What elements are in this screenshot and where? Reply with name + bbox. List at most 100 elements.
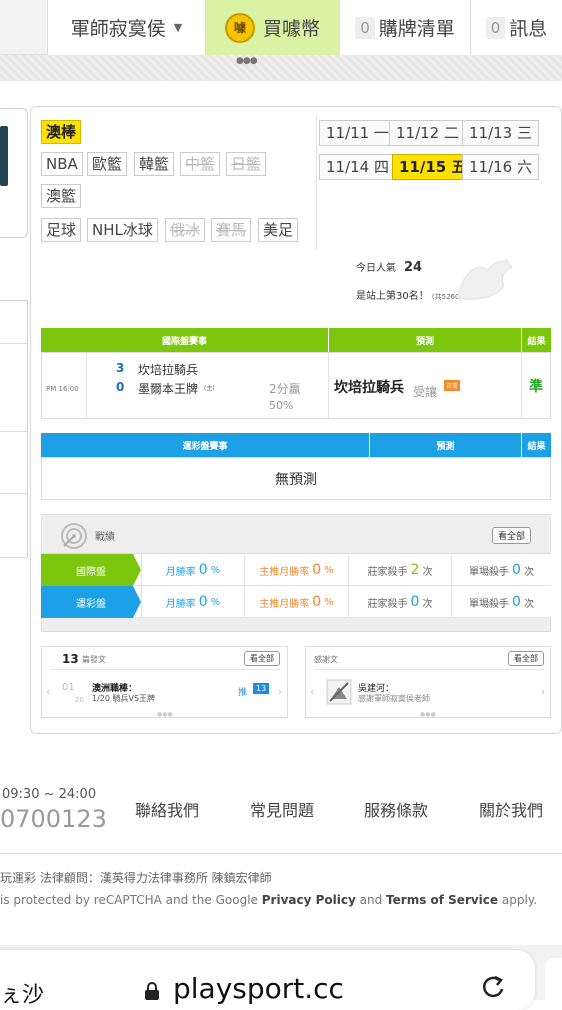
date-tab[interactable]: 11/16 六: [462, 154, 539, 180]
lottery-table-header-prediction: 預測: [369, 433, 521, 457]
next-arrow-icon[interactable]: ›: [541, 687, 545, 698]
stats-cell: 主推月勝率 0%: [244, 586, 348, 618]
footer-link-contact[interactable]: 聯絡我們: [135, 797, 199, 821]
main-card: [30, 106, 562, 734]
no-avatar-icon: [326, 679, 352, 705]
stats-cell-value: 2: [410, 562, 420, 578]
divider: [50, 669, 281, 670]
sport-tab[interactable]: 足球: [41, 218, 82, 242]
stats-row-label: 國際盤: [41, 554, 141, 586]
handicap-line: 2分贏: [269, 382, 301, 396]
stats-cell: 單場殺手 0 次: [451, 554, 551, 586]
footer-link-about[interactable]: 關於我們: [479, 797, 543, 821]
intl-table-header-result: 結果: [521, 328, 551, 352]
team1-name[interactable]: 坎培拉騎兵: [138, 361, 198, 378]
sport-tab[interactable]: NBA: [41, 152, 83, 176]
posts-view-all-button[interactable]: 看全部: [244, 651, 280, 666]
user-name: 軍師寂寞侯: [70, 18, 166, 40]
team1-score: 3: [116, 361, 125, 375]
prev-arrow-icon[interactable]: ‹: [310, 687, 314, 698]
message-count: 0: [485, 16, 506, 39]
sport-tab[interactable]: 韓籃: [134, 152, 175, 176]
coin-icon: 噱: [224, 12, 255, 43]
post-subtitle[interactable]: 1/20 騎兵VS王牌: [92, 693, 155, 704]
stats-cell-value: 0: [198, 562, 208, 578]
divider: [0, 431, 28, 432]
post-day: 01: [62, 682, 75, 693]
avatar: [0, 126, 8, 186]
sport-tab[interactable]: 美足: [258, 218, 299, 242]
terms-link[interactable]: Terms of Service: [386, 893, 498, 907]
next-arrow-icon[interactable]: ›: [278, 687, 282, 698]
posts-title: 篇發文: [82, 655, 106, 664]
stats-cell-label: 月勝率: [165, 598, 196, 610]
post-count: 13: [62, 652, 79, 666]
result-status: 準: [529, 379, 543, 395]
footer-link-terms[interactable]: 服務條款: [364, 797, 428, 821]
stats-cell-unit: 次: [523, 598, 534, 610]
team2-name[interactable]: 墨爾本王牌: [138, 380, 198, 397]
lottery-empty: 無預測: [41, 457, 551, 500]
sport-tab[interactable]: NHL冰球: [87, 218, 158, 242]
popularity-label: 今日人氣: [356, 263, 396, 274]
stats-cell: 莊家殺手 2 次: [348, 554, 451, 586]
footer-link-faq[interactable]: 常見問題: [250, 797, 314, 821]
stats-title: 戰績: [95, 532, 115, 543]
sport-tab[interactable]: 澳籃: [41, 184, 82, 208]
stats-cell-unit: %: [324, 564, 334, 576]
posts-pager[interactable]: ●●●: [157, 711, 173, 718]
stats-cell-unit: 次: [422, 566, 433, 578]
date-tab[interactable]: 11/12 二: [389, 120, 466, 146]
privacy-link[interactable]: Privacy Policy: [262, 893, 356, 907]
stats-view-all-button[interactable]: 看全部: [492, 527, 532, 544]
date-tab[interactable]: 11/14 四: [319, 154, 396, 180]
user-menu[interactable]: 軍師寂寞侯 ▼: [47, 0, 205, 55]
stats-row: 國際盤 月勝率 0% 主推月勝率 0% 莊家殺手 2 次單場殺手 0 次: [41, 554, 551, 586]
stats-cell-unit: %: [210, 596, 221, 608]
stats-cell-value: 0: [410, 594, 420, 610]
date-tab[interactable]: 11/13 三: [462, 120, 539, 146]
stats-cell-label: 莊家殺手: [367, 598, 408, 610]
team2-score: 0: [116, 380, 125, 394]
popularity: 今日人氣 24: [356, 259, 422, 275]
home-tag: (主): [204, 385, 215, 392]
sport-tab: 俄冰: [165, 218, 206, 242]
stats-cell-unit: %: [210, 564, 221, 576]
message-button[interactable]: 0 訊息: [470, 0, 562, 55]
cart-count: 0: [355, 16, 375, 39]
stats-cell-label: 單場殺手: [469, 598, 510, 610]
intl-table-row: PM 16:00 3 坎培拉騎兵 0 墨爾本王牌 (主) 2分贏 50% 坎培拉…: [41, 352, 551, 419]
thanks-pager[interactable]: ●●●: [420, 711, 436, 718]
game-time: PM 16:00: [46, 385, 79, 393]
stats-cell-value: 0: [198, 594, 208, 610]
buy-coin-button[interactable]: 噱 買噱幣: [205, 0, 339, 55]
reload-icon[interactable]: [478, 975, 508, 1000]
pager-dots[interactable]: ●●●: [236, 56, 258, 66]
sport-tab[interactable]: 澳棒: [41, 120, 82, 144]
stats-row-label: 運彩盤: [41, 586, 141, 618]
date-tab[interactable]: 11/11 一: [319, 120, 396, 146]
url-text[interactable]: playsport.cc: [173, 972, 344, 1005]
tab-switcher[interactable]: [545, 958, 562, 1000]
legal-counsel: 玩運彩 法律顧問：漢英得力法律事務所 陳鎮宏律師: [0, 871, 272, 885]
stats-cell: 主推月勝率 0%: [244, 554, 348, 586]
stats-cell-label: 主推月勝率: [259, 598, 310, 610]
stats-header: 戰績 看全部: [41, 514, 551, 554]
address-left-glyph: ぇ沙: [0, 983, 45, 1008]
top-nav: 軍師寂寞侯 ▼ 噱 買噱幣 0 購牌清單 0 訊息: [0, 0, 562, 55]
sport-tab[interactable]: 歐籃: [87, 152, 128, 176]
recaptcha-and: and: [359, 893, 383, 907]
sport-tab: 賽馬: [211, 218, 252, 242]
banner-strip: [0, 55, 562, 81]
stats-cell-unit: 次: [422, 598, 433, 610]
thanks-view-all-button[interactable]: 看全部: [508, 651, 544, 666]
recaptcha-notice: is protected by reCAPTCHA and the Google…: [0, 893, 537, 907]
thanks-text[interactable]: 感謝軍師寂寞侯老師: [358, 693, 430, 704]
prev-arrow-icon[interactable]: ‹: [46, 687, 50, 698]
stats-cell-label: 主推月勝率: [259, 566, 310, 578]
push-count: 13: [253, 683, 270, 694]
buy-coin-label: 買噱幣: [262, 18, 320, 40]
stats-cell-value: 0: [312, 562, 322, 578]
cart-button[interactable]: 0 購牌清單: [339, 0, 470, 55]
handicap-percent: 50%: [269, 399, 294, 412]
